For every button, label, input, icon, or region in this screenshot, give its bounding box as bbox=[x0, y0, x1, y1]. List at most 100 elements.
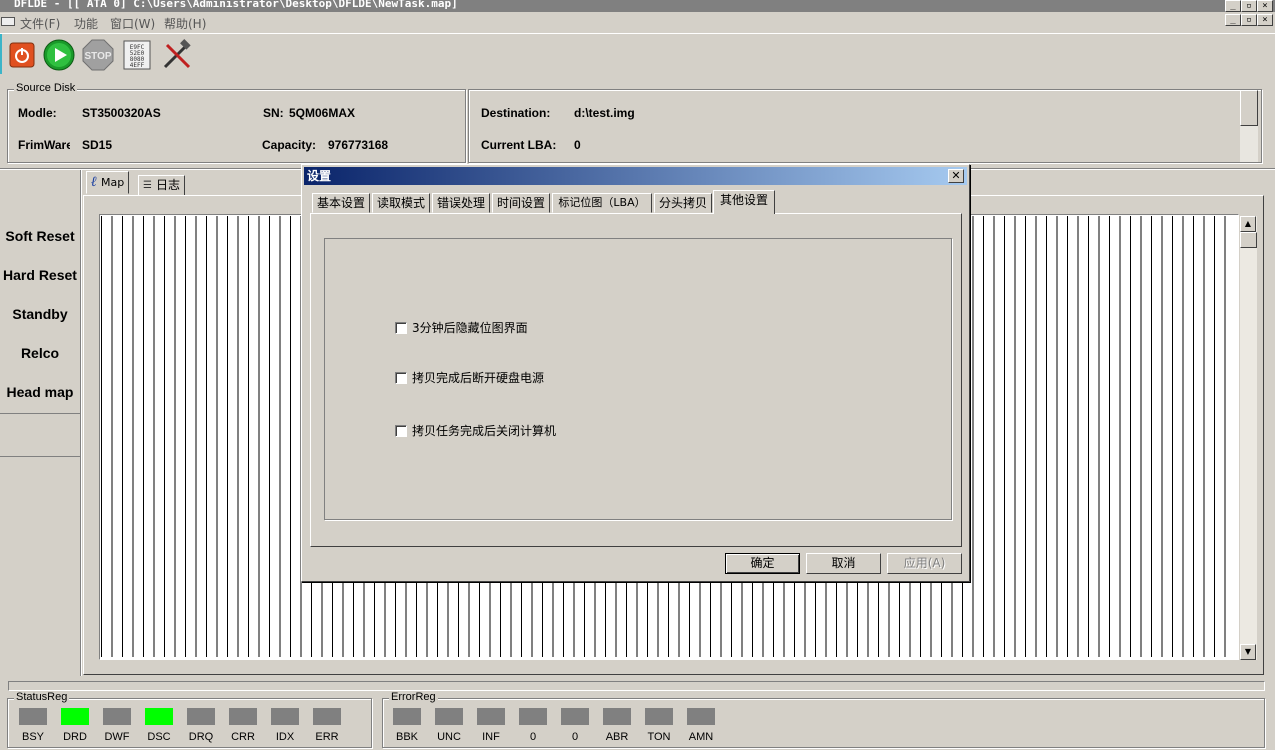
tab-time-settings[interactable]: 时间设置 bbox=[492, 193, 550, 213]
status-reg-title: StatusReg bbox=[14, 691, 70, 703]
status-reg-light bbox=[187, 708, 215, 725]
side-divider bbox=[80, 170, 82, 676]
error-reg-light bbox=[477, 708, 505, 725]
error-reg-label: UNC bbox=[437, 731, 461, 743]
app-menu-icon[interactable] bbox=[1, 17, 15, 26]
destination-group: Destination: d:\test.img Current LBA: 0 bbox=[468, 89, 1262, 163]
tab-basic-settings[interactable]: 基本设置 bbox=[312, 193, 370, 213]
stop-label: STOP bbox=[84, 51, 111, 62]
scroll-down-icon[interactable]: ▼ bbox=[1240, 644, 1256, 660]
status-reg-light bbox=[271, 708, 299, 725]
info-scrollbar[interactable] bbox=[1240, 90, 1258, 162]
error-reg-label: 0 bbox=[529, 731, 537, 743]
error-reg-label: BBK bbox=[395, 731, 418, 743]
model-value: ST3500320AS bbox=[82, 106, 161, 120]
dialog-close-button[interactable]: ✕ bbox=[948, 169, 964, 183]
tab-other-settings[interactable]: 其他设置 bbox=[713, 190, 775, 214]
hard-reset-button[interactable]: Hard Reset bbox=[0, 256, 80, 295]
menu-help[interactable]: 帮助(H) bbox=[164, 15, 206, 32]
firmware-value: SD15 bbox=[82, 138, 113, 152]
status-reg-light bbox=[229, 708, 257, 725]
error-reg-label: INF bbox=[482, 731, 500, 743]
scroll-thumb[interactable] bbox=[1240, 232, 1257, 248]
error-reg-light bbox=[435, 708, 463, 725]
soft-reset-button[interactable]: Soft Reset bbox=[0, 217, 80, 256]
option-power-off-disk[interactable]: 拷贝完成后断开硬盘电源 bbox=[395, 369, 544, 386]
status-reg-label: DRQ bbox=[188, 731, 214, 743]
tab-map-label: Map bbox=[100, 176, 125, 189]
menu-bar: 文件(F) 功能 窗口(W) 帮助(H) _ ▫ × bbox=[0, 12, 1275, 32]
start-button[interactable] bbox=[42, 38, 76, 72]
tab-error-handling[interactable]: 错误处理 bbox=[432, 193, 490, 213]
minimize-button[interactable]: _ bbox=[1225, 0, 1241, 12]
window-title: DFLDE - [[ ATA 0] C:\Users\Administrator… bbox=[14, 0, 458, 10]
menu-function[interactable]: 功能 bbox=[74, 15, 98, 32]
error-reg-light bbox=[561, 708, 589, 725]
child-close-button[interactable]: × bbox=[1257, 14, 1273, 26]
tab-read-mode[interactable]: 读取模式 bbox=[372, 193, 430, 213]
child-restore-button[interactable]: ▫ bbox=[1241, 14, 1257, 26]
hex-editor-button[interactable]: E9FC 52E0 8080 4EFF bbox=[120, 38, 154, 72]
settings-dialog: 设置 ✕ 基本设置 读取模式 错误处理 时间设置 标记位图（LBA） 分头拷贝 … bbox=[301, 164, 970, 582]
window-title-bar: DFLDE - [[ ATA 0] C:\Users\Administrator… bbox=[0, 0, 1275, 12]
error-reg-label: ABR bbox=[605, 731, 629, 743]
tab-log[interactable]: ☰ 日志 bbox=[138, 175, 185, 196]
power-button[interactable] bbox=[5, 38, 39, 72]
checkbox-shutdown-pc[interactable] bbox=[395, 424, 407, 437]
toolbar-handle bbox=[0, 34, 2, 74]
cancel-button[interactable]: 取消 bbox=[806, 553, 881, 574]
toolbar: STOP E9FC 52E0 8080 4EFF bbox=[0, 33, 1275, 75]
status-reg-label: DSC bbox=[147, 731, 171, 743]
capacity-label: Capacity: bbox=[262, 138, 317, 152]
stop-icon: STOP bbox=[82, 39, 114, 71]
error-reg-light bbox=[645, 708, 673, 725]
apply-button[interactable]: 应用(A) bbox=[887, 553, 962, 574]
dialog-title: 设置 bbox=[307, 169, 332, 183]
option-shutdown-pc[interactable]: 拷贝任务完成后关闭计算机 bbox=[395, 422, 556, 439]
menu-window[interactable]: 窗口(W) bbox=[110, 15, 155, 32]
menu-file[interactable]: 文件(F) bbox=[20, 15, 60, 32]
option-hide-bitmap-label: 3分钟后隐藏位图界面 bbox=[412, 321, 528, 335]
ok-button[interactable]: 确定 bbox=[725, 553, 800, 574]
restore-button[interactable]: ▫ bbox=[1241, 0, 1257, 12]
dialog-title-bar: 设置 ✕ bbox=[304, 167, 967, 185]
options-group: 3分钟后隐藏位图界面 拷贝完成后断开硬盘电源 拷贝任务完成后关闭计算机 bbox=[324, 238, 952, 520]
source-disk-group: Source Disk Modle: ST3500320AS SN: 5QM06… bbox=[7, 82, 466, 163]
status-reg-label: BSY bbox=[21, 731, 44, 743]
tools-button[interactable] bbox=[160, 38, 194, 72]
tab-log-label: 日志 bbox=[155, 178, 180, 192]
child-minimize-button[interactable]: _ bbox=[1225, 14, 1241, 26]
tab-panel: 3分钟后隐藏位图界面 拷贝完成后断开硬盘电源 拷贝任务完成后关闭计算机 bbox=[310, 213, 962, 547]
status-reg-label: ERR bbox=[315, 731, 339, 743]
side-panel: Soft Reset Hard Reset Standby Relco Head… bbox=[0, 215, 80, 457]
checkbox-power-off-disk[interactable] bbox=[395, 371, 407, 384]
relco-button[interactable]: Relco bbox=[0, 334, 80, 373]
option-hide-bitmap[interactable]: 3分钟后隐藏位图界面 bbox=[395, 319, 528, 336]
map-icon: ℓ bbox=[91, 174, 97, 190]
hex-editor-icon: E9FC 52E0 8080 4EFF bbox=[123, 40, 151, 70]
standby-button[interactable]: Standby bbox=[0, 295, 80, 334]
scroll-up-icon[interactable]: ▲ bbox=[1240, 216, 1256, 232]
status-reg-light bbox=[61, 708, 89, 725]
status-reg-label: DRD bbox=[63, 731, 87, 743]
tab-map[interactable]: ℓ Map bbox=[86, 171, 130, 194]
source-disk-title: Source Disk bbox=[14, 82, 78, 94]
error-reg-light bbox=[603, 708, 631, 725]
stop-button[interactable]: STOP bbox=[81, 38, 115, 72]
tab-mark-bitmap[interactable]: 标记位图（LBA） bbox=[552, 193, 652, 213]
error-reg-light bbox=[687, 708, 715, 725]
status-reg-light bbox=[145, 708, 173, 725]
checkbox-hide-bitmap[interactable] bbox=[395, 321, 407, 334]
progress-bar bbox=[8, 681, 1265, 691]
status-reg-light bbox=[313, 708, 341, 725]
head-map-button[interactable]: Head map bbox=[0, 373, 80, 412]
error-reg-label: AMN bbox=[688, 731, 714, 743]
play-icon bbox=[43, 39, 75, 71]
tab-head-copy[interactable]: 分头拷贝 bbox=[654, 193, 712, 213]
map-scrollbar[interactable]: ▲ ▼ bbox=[1240, 216, 1257, 660]
close-button[interactable]: × bbox=[1257, 0, 1273, 12]
destination-label: Destination: bbox=[481, 106, 551, 120]
power-icon bbox=[9, 42, 35, 68]
list-icon: ☰ bbox=[143, 180, 152, 191]
error-reg-label: TON bbox=[647, 731, 671, 743]
